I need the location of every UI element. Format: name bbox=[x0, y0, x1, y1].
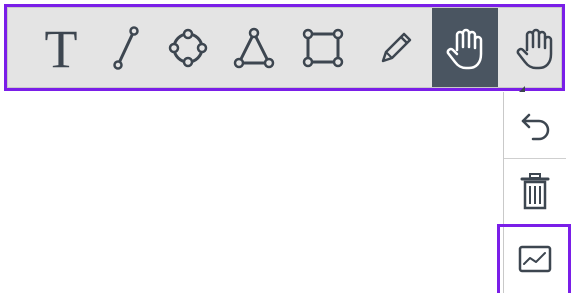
pencil-icon bbox=[381, 32, 412, 62]
undo-icon bbox=[521, 113, 550, 141]
rectangle-tool-button[interactable] bbox=[290, 8, 356, 87]
undo-button[interactable] bbox=[504, 92, 566, 158]
hand-icon bbox=[516, 28, 553, 69]
circle-tool-button[interactable] bbox=[155, 8, 221, 87]
line-tool-button[interactable] bbox=[94, 8, 160, 87]
trash-icon bbox=[520, 173, 550, 210]
circle-icon bbox=[168, 28, 208, 67]
triangle-icon bbox=[233, 27, 275, 68]
hand-icon bbox=[446, 28, 483, 69]
drawing-toolbar: T bbox=[7, 7, 562, 93]
delete-button[interactable] bbox=[504, 159, 566, 225]
pencil-tool-button[interactable] bbox=[363, 8, 429, 87]
pan-tool-button[interactable] bbox=[432, 8, 498, 87]
chart-highlight-frame bbox=[497, 224, 571, 293]
pan-tool-menu-button[interactable] bbox=[502, 8, 568, 87]
text-tool-button[interactable]: T bbox=[28, 8, 94, 87]
line-icon bbox=[113, 25, 139, 70]
text-tool-icon: T bbox=[44, 18, 78, 79]
triangle-tool-button[interactable] bbox=[221, 8, 287, 87]
rectangle-icon bbox=[302, 28, 344, 67]
